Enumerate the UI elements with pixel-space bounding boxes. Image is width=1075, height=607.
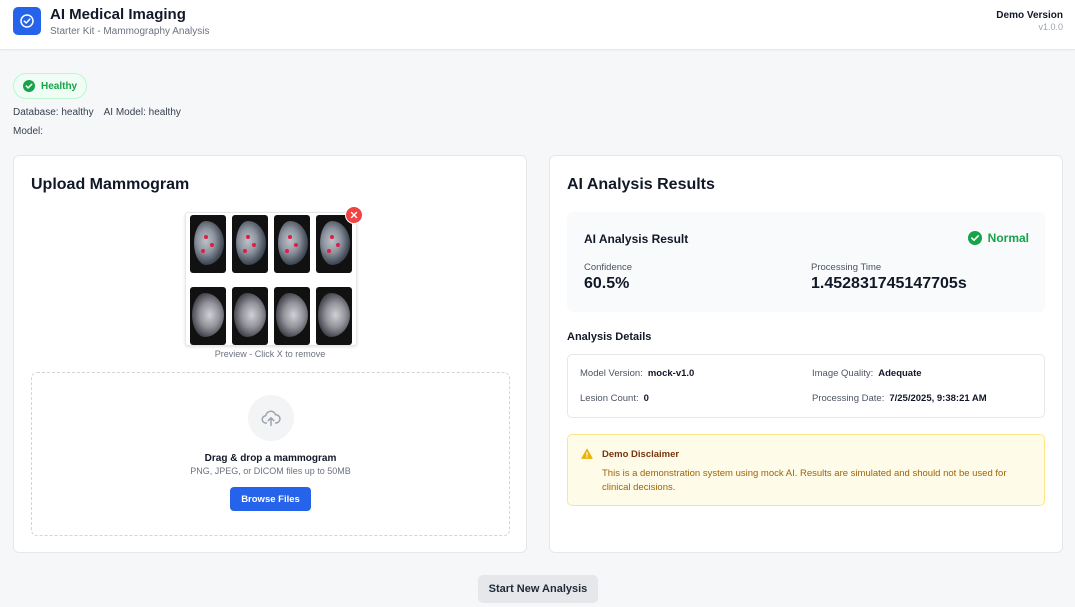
model-status: Model: (13, 126, 44, 137)
analysis-result-summary: AI Analysis Result Normal Confidence 60.… (567, 212, 1045, 312)
mammogram-thumbnail (316, 215, 352, 273)
result-status-badge: Normal (967, 231, 1029, 245)
disclaimer-title: Demo Disclaimer (602, 449, 680, 460)
processing-date-detail: Processing Date: 7/25/2025, 9:38:21 AM (812, 393, 987, 404)
processing-date-value: 7/25/2025, 9:38:21 AM (889, 393, 987, 404)
check-circle-icon (967, 231, 982, 245)
mammogram-thumbnail (274, 287, 310, 345)
mammogram-thumbnail (232, 215, 268, 273)
upload-icon-container (248, 395, 294, 441)
results-card: AI Analysis Results AI Analysis Result N… (549, 155, 1063, 553)
version-label: Demo Version (996, 10, 1063, 21)
model-version-detail: Model Version: mock-v1.0 (580, 368, 694, 379)
file-dropzone[interactable]: Drag & drop a mammogram PNG, JPEG, or DI… (31, 372, 510, 536)
analysis-details-title: Analysis Details (567, 331, 652, 343)
lesion-count-detail: Lesion Count: 0 (580, 393, 649, 404)
demo-disclaimer: Demo Disclaimer This is a demonstration … (567, 434, 1045, 506)
close-icon (350, 211, 358, 219)
health-status-badge: Healthy (13, 73, 87, 99)
upload-card: Upload Mammogram Preview - Click X to re… (13, 155, 527, 553)
browse-files-button[interactable]: Browse Files (230, 487, 311, 511)
disclaimer-text: This is a demonstration system using moc… (602, 468, 1007, 493)
lesion-count-value: 0 (643, 393, 649, 404)
ai-model-status: AI Model: healthy (103, 107, 181, 118)
image-quality-label: Image Quality: (812, 368, 874, 379)
image-quality-detail: Image Quality: Adequate (812, 368, 922, 379)
version-number: v1.0.0 (1038, 22, 1063, 32)
image-preview (185, 212, 357, 346)
image-quality-value: Adequate (878, 368, 922, 379)
mammogram-thumbnail (190, 287, 226, 345)
result-status-label: Normal (987, 231, 1029, 245)
check-circle-icon (23, 80, 35, 92)
result-heading: AI Analysis Result (584, 232, 689, 246)
remove-image-button[interactable] (345, 206, 363, 224)
mammogram-thumbnail (232, 287, 268, 345)
mammogram-thumbnail (316, 287, 352, 345)
start-new-analysis-button[interactable]: Start New Analysis (478, 575, 598, 603)
confidence-label: Confidence (584, 262, 633, 273)
upload-title: Upload Mammogram (31, 176, 190, 193)
results-title: AI Analysis Results (567, 176, 715, 193)
processing-date-label: Processing Date: (812, 393, 885, 404)
service-status-line: Database: healthy AI Model: healthy (13, 107, 181, 118)
preview-caption: Preview - Click X to remove (214, 349, 326, 359)
confidence-value: 60.5% (584, 275, 630, 292)
dropzone-title: Drag & drop a mammogram (204, 453, 337, 464)
check-circle-icon (20, 14, 34, 28)
cloud-upload-icon (261, 410, 281, 427)
app-logo (13, 7, 41, 35)
mammogram-thumbnail (190, 215, 226, 273)
processing-time-label: Processing Time (811, 262, 882, 273)
processing-time-value: 1.452831745147705s (811, 275, 967, 292)
mammogram-thumbnail (274, 215, 310, 273)
model-version-value: mock-v1.0 (647, 368, 695, 379)
dropzone-subtitle: PNG, JPEG, or DICOM files up to 50MB (190, 466, 351, 476)
analysis-details-panel: Model Version: mock-v1.0 Image Quality: Ad… (567, 354, 1045, 418)
app-subtitle: Starter Kit - Mammography Analysis (50, 26, 210, 37)
app-title: AI Medical Imaging (50, 6, 186, 23)
lesion-count-label: Lesion Count: (580, 393, 639, 404)
database-status: Database: healthy (13, 107, 94, 118)
health-status-label: Healthy (41, 80, 78, 92)
model-version-label: Model Version: (580, 368, 643, 379)
app-header: AI Medical Imaging Starter Kit - Mammogr… (0, 0, 1075, 50)
warning-icon (581, 448, 593, 459)
